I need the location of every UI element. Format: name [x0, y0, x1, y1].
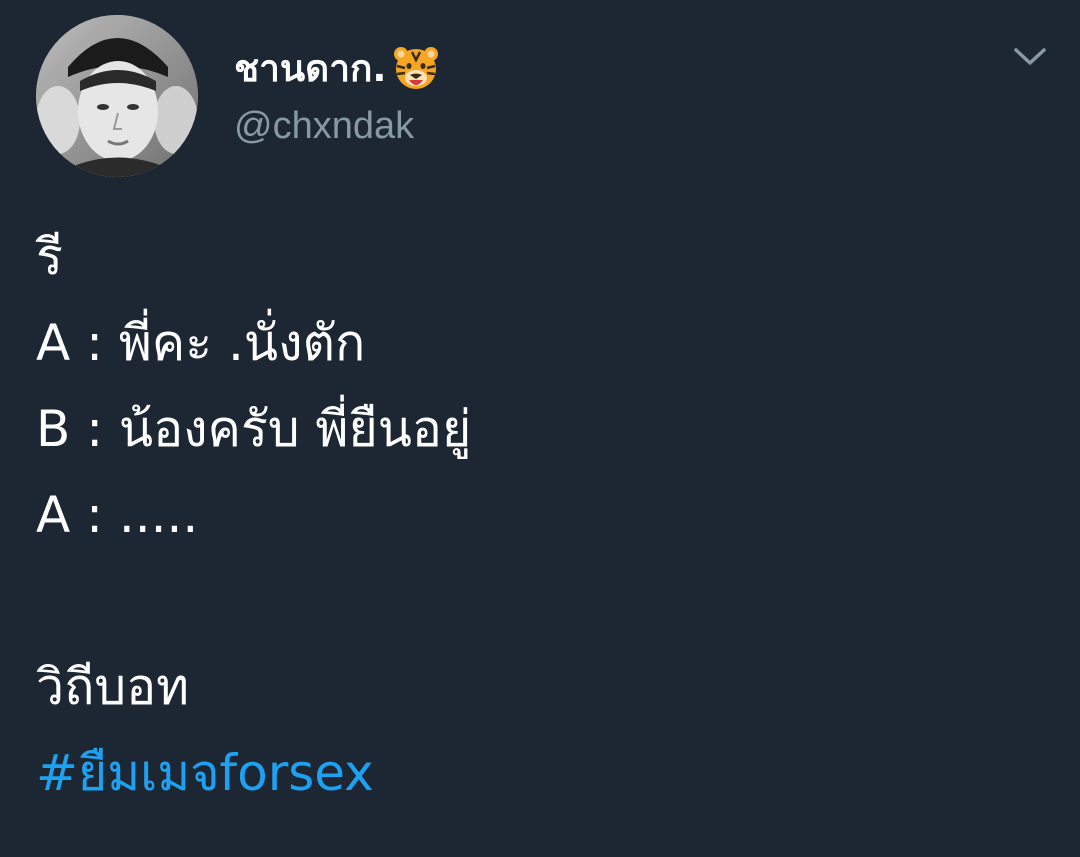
tweet-line: A : .....: [36, 486, 199, 544]
chevron-down-icon[interactable]: [1010, 42, 1050, 72]
tweet: ชานดาก. @chxndak รี A : พี่คะ .นั่งตัก B…: [0, 0, 1080, 857]
hashtag-link[interactable]: #ยืมเมจforsex: [36, 730, 1046, 816]
tweet-line: รี: [36, 228, 63, 286]
tweet-text: รี A : พี่คะ .นั่งตัก B : น้องครับ พี่ยื…: [36, 214, 1046, 816]
tweet-line: B : น้องครับ พี่ยืนอยู่: [36, 400, 472, 458]
profile-photo: [36, 15, 198, 177]
handle[interactable]: @chxndak: [234, 104, 414, 150]
display-name[interactable]: ชานดาก.: [234, 50, 386, 87]
tiger-face-emoji: [392, 44, 440, 92]
tweet-line: วิถีบอท: [36, 658, 190, 716]
tweet-line: A : พี่คะ .นั่งตัก: [36, 314, 366, 372]
author-name-row[interactable]: ชานดาก.: [234, 40, 440, 96]
avatar[interactable]: [36, 15, 198, 177]
